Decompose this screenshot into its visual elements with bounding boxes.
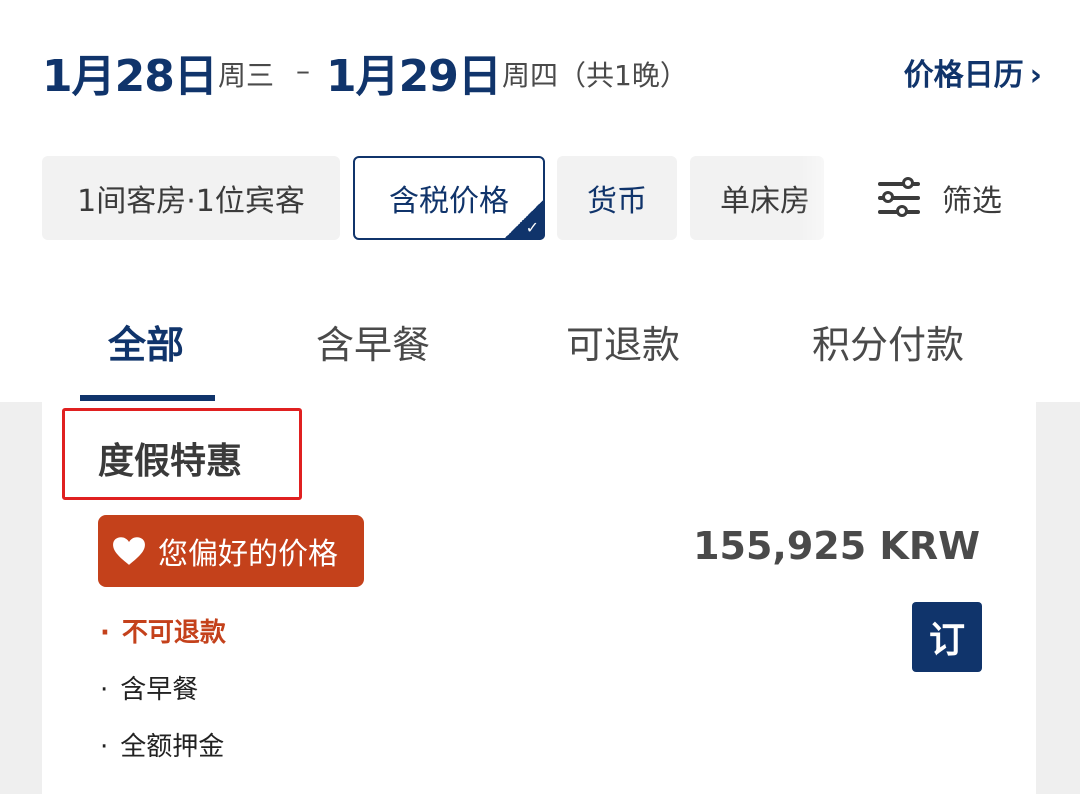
bullet: · (100, 675, 109, 705)
bullet: · (100, 618, 110, 648)
chips-scroll-fade (800, 156, 860, 240)
single-bed-label: 单床房 (720, 184, 810, 219)
heart-icon (113, 537, 145, 565)
checkin-weekday: 周三 (218, 59, 275, 92)
feature-non-refundable: · 不可退款 (100, 612, 226, 649)
currency-label: 货币 (587, 184, 647, 219)
date-separator: – (296, 54, 310, 87)
tab-breakfast[interactable]: 含早餐 (316, 314, 430, 369)
rate-tabs: 全部 含早餐 可退款 积分付款 (0, 300, 1080, 402)
book-button[interactable]: 订 (912, 602, 982, 672)
checkout-weekday: 周四（共1晚） (502, 59, 688, 92)
preferred-rate-badge: 您偏好的价格 (98, 515, 364, 587)
preferred-rate-label: 您偏好的价格 (158, 537, 338, 572)
feature-label: 不可退款 (121, 618, 226, 648)
checkin-date: 1月28日 (42, 51, 218, 102)
feature-label: 全额押金 (120, 732, 225, 762)
feature-breakfast: · 含早餐 (100, 669, 198, 706)
checkout-date: 1月29日 (326, 51, 502, 102)
chevron-right-icon: › (1029, 58, 1042, 93)
sliders-icon (878, 177, 920, 218)
rate-price: 155,925 KRW (693, 524, 980, 568)
feature-label: 含早餐 (120, 675, 199, 705)
check-icon: ✓ (525, 218, 539, 237)
filter-button[interactable]: 筛选 (878, 174, 1002, 222)
price-calendar-label: 价格日历 (903, 58, 1024, 93)
tax-price-label: 含税价格 (389, 184, 509, 219)
bullet: · (100, 732, 109, 762)
tax-price-chip[interactable]: 含税价格 ✓ (353, 156, 545, 240)
tab-points[interactable]: 积分付款 (812, 314, 964, 369)
rooms-guests-chip[interactable]: 1间客房·1位宾客 (42, 156, 340, 240)
feature-full-deposit: · 全额押金 (100, 726, 224, 763)
price-calendar-link[interactable]: 价格日历 › (904, 50, 1042, 94)
tab-refundable[interactable]: 可退款 (566, 314, 680, 369)
currency-chip[interactable]: 货币 (557, 156, 677, 240)
filter-label: 筛选 (942, 184, 1002, 219)
annotation-highlight-box (62, 408, 302, 500)
selected-check-corner: ✓ (503, 198, 545, 240)
rooms-guests-label: 1间客房·1位宾客 (77, 184, 305, 219)
date-range-header[interactable]: 1月28日 周三 – 1月29日 周四（共1晚） 价格日历 › (42, 40, 1042, 102)
tab-all[interactable]: 全部 (108, 314, 184, 369)
filter-bar: 1间客房·1位宾客 含税价格 ✓ 货币 单床房 筛选 (0, 156, 1080, 240)
active-tab-indicator (80, 395, 215, 401)
